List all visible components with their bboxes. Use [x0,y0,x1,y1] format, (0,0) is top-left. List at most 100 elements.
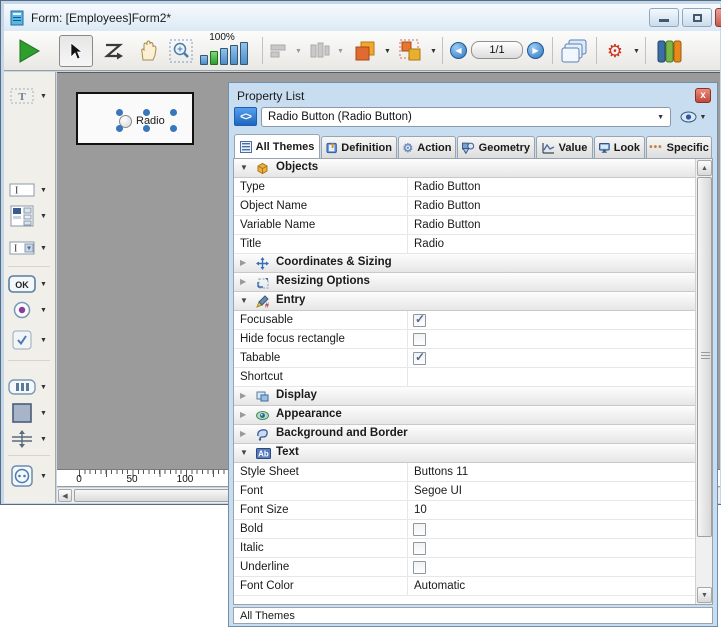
distribute-tool-button[interactable] [307,35,333,67]
form-properties-button[interactable]: ⚙ [602,35,628,67]
property-row-tabable[interactable]: Tabable ✓ [234,349,695,368]
section-appearance[interactable]: ▶ Appearance [234,406,695,425]
zoom-tool-button[interactable] [165,35,197,67]
tab-action[interactable]: ⚙ Action [398,136,456,158]
expand-triangle-icon[interactable]: ▶ [240,391,246,400]
previous-page-button[interactable]: ◀ [450,42,467,59]
property-list-close-button[interactable]: x [695,88,711,103]
sidebar-tool-checkbox[interactable]: ▼ [8,328,54,352]
align-tool-button[interactable] [267,35,291,67]
view-options-button[interactable]: ▼ [675,108,711,126]
minimize-button[interactable] [649,8,679,27]
tabable-checkbox[interactable]: ✓ [413,352,426,365]
scroll-left-button[interactable]: ◀ [58,489,72,502]
property-row-variable-name[interactable]: Variable Name Radio Button [234,216,695,235]
radio-widget-label[interactable]: Radio [136,115,165,127]
property-row-font-size[interactable]: Font Size 10 [234,501,695,520]
italic-checkbox[interactable] [413,542,426,555]
zoom-bars[interactable] [200,42,248,65]
property-value[interactable]: Radio Button [414,200,481,212]
close-button[interactable] [715,8,721,27]
expand-triangle-icon[interactable]: ▼ [240,163,248,172]
property-value[interactable]: Radio Button [414,181,481,193]
property-row-italic[interactable]: Italic [234,539,695,558]
expand-triangle-icon[interactable]: ▼ [240,448,248,457]
section-objects[interactable]: ▼ Objects [234,159,695,178]
property-row-style-sheet[interactable]: Style Sheet Buttons 11 [234,463,695,482]
sidebar-tool-plugin[interactable]: ▼ [8,464,54,488]
tab-definition[interactable]: Definition [321,136,397,158]
distribute-dropdown[interactable]: ▼ [333,35,345,67]
window-titlebar[interactable]: Form: [Employees]Form2* [4,4,720,31]
form-area[interactable]: Radio [76,92,194,145]
tab-specific[interactable]: ••• Specific [646,136,712,158]
property-value[interactable]: Buttons 11 [414,466,468,478]
sidebar-tool-combobox[interactable]: I ▼ [8,236,54,260]
section-background-border[interactable]: ▶ Background and Border [234,425,695,444]
move-tool-button[interactable] [132,35,164,67]
level-dropdown[interactable]: ▼ [380,35,392,67]
sidebar-tool-radio[interactable]: ▼ [8,298,54,322]
tab-look[interactable]: Look [594,136,645,158]
property-row-bold[interactable]: Bold [234,520,695,539]
property-value[interactable]: Segoe UI [414,485,462,497]
hide-focus-rectangle-checkbox[interactable] [413,333,426,346]
bold-checkbox[interactable] [413,523,426,536]
section-coordinates-sizing[interactable]: ▶ Coordinates & Sizing [234,254,695,273]
next-page-button[interactable]: ▶ [527,42,544,59]
level-tool-button[interactable] [351,35,379,67]
zoom-bar-50[interactable] [200,55,208,65]
scroll-up-button[interactable]: ▲ [697,160,712,176]
zoom-bar-400[interactable] [230,45,238,65]
sidebar-tool-splitter[interactable]: ▼ [8,427,54,451]
zoom-bar-100-current[interactable] [210,51,218,65]
zoom-bar-200[interactable] [220,48,228,65]
expand-triangle-icon[interactable]: ▶ [240,277,246,286]
selection-handle-top-mid[interactable] [143,109,150,116]
property-row-focusable[interactable]: Focusable ✓ [234,311,695,330]
group-dropdown[interactable]: ▼ [426,35,438,67]
property-value[interactable]: Radio Button [414,219,481,231]
object-selector-dropdown[interactable]: Radio Button (Radio Button) ▼ [261,107,671,127]
properties-dropdown[interactable]: ▼ [629,35,641,67]
property-value[interactable]: Automatic [414,580,465,592]
expand-triangle-icon[interactable]: ▼ [240,296,248,305]
sidebar-tool-buttongrid[interactable]: ▼ [8,375,54,399]
section-text[interactable]: ▼ Ab Text [234,444,695,463]
section-display[interactable]: ▶ Display [234,387,695,406]
property-value[interactable]: 10 [414,504,427,516]
property-grid-scrollbar[interactable]: ▲ ▼ [695,159,712,604]
sidebar-tool-listbox[interactable]: ▼ [8,204,54,228]
page-indicator[interactable]: 1/1 [471,41,523,59]
property-list-titlebar[interactable]: Property List x [232,86,714,105]
tab-all-themes[interactable]: All Themes [234,134,320,158]
section-entry[interactable]: ▼ # Entry [234,292,695,311]
select-tool-button[interactable] [59,35,93,67]
sidebar-tool-text[interactable]: T ▼ [8,84,54,108]
maximize-button[interactable] [682,8,712,27]
expand-triangle-icon[interactable]: ▶ [240,410,246,419]
expand-triangle-icon[interactable]: ▶ [240,258,246,267]
object-navigator-button[interactable]: <> [234,107,257,126]
property-row-underline[interactable]: Underline [234,558,695,577]
run-form-button[interactable] [12,35,46,67]
property-row-object-name[interactable]: Object Name Radio Button [234,197,695,216]
zoom-bar-800[interactable] [240,42,248,65]
sidebar-tool-rectangle[interactable]: ▼ [8,401,54,425]
selection-handle-bottom-mid[interactable] [143,125,150,132]
selection-handle-bottom-left[interactable] [116,125,123,132]
property-value[interactable]: Radio [414,238,444,250]
scroll-down-button[interactable]: ▼ [697,587,712,603]
property-row-type[interactable]: Type Radio Button [234,178,695,197]
property-row-hide-focus-rectangle[interactable]: Hide focus rectangle [234,330,695,349]
tab-geometry[interactable]: Geometry [457,136,535,158]
focusable-checkbox[interactable]: ✓ [413,314,426,327]
group-tool-button[interactable] [397,35,425,67]
expand-triangle-icon[interactable]: ▶ [240,429,246,438]
underline-checkbox[interactable] [413,561,426,574]
entry-order-tool-button[interactable] [99,35,129,67]
align-dropdown[interactable]: ▼ [291,35,303,67]
selection-handle-bottom-right[interactable] [170,125,177,132]
section-resizing-options[interactable]: ▶ Resizing Options [234,273,695,292]
property-row-font-color[interactable]: Font Color Automatic [234,577,695,596]
